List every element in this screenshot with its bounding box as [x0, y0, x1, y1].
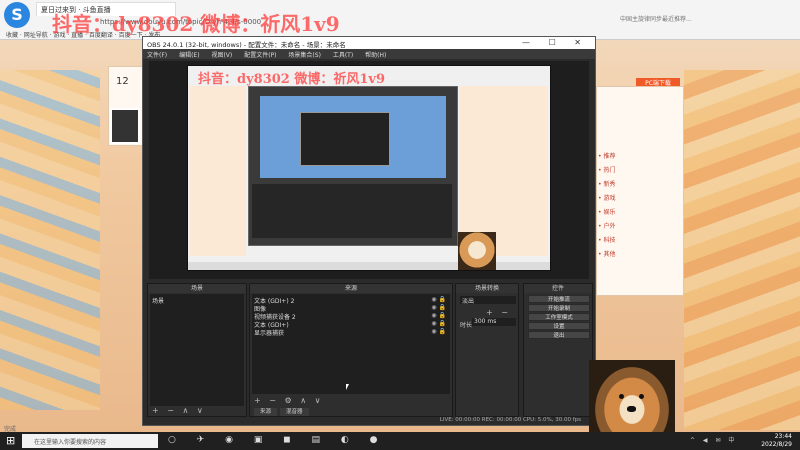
preview-taskbar	[188, 262, 550, 270]
right-sidebar-list: • 推荐 • 热门 • 新秀 • 游戏 • 娱乐 • 户外 • 科技 • 其他	[598, 150, 682, 262]
clock-time: 23:44	[774, 433, 792, 440]
system-clock[interactable]: 23:44 2022/8/29	[732, 433, 792, 449]
scenes-dock: 场景 场景 + − ∧ ∨	[147, 283, 247, 417]
tab-mixer[interactable]: 混音器	[280, 408, 309, 416]
list-item[interactable]: • 推荐	[598, 150, 682, 164]
list-item[interactable]: • 游戏	[598, 192, 682, 206]
background-decoration-left	[0, 70, 100, 410]
browser-search-box[interactable]: 中国主旋律同步最近推荐...	[620, 14, 770, 24]
list-item[interactable]: • 科技	[598, 234, 682, 248]
dog-eye-right	[639, 394, 644, 399]
watermark-text: 抖音：dy8302 微博：祈风1v9	[52, 12, 340, 36]
preview-canvas[interactable]: 抖音：dy8302 微博：祈风1v9	[187, 65, 551, 271]
system-tray[interactable]: ^ ◀ ✉ 中	[690, 435, 737, 444]
source-item[interactable]: 显示器捕获	[254, 328, 284, 337]
preview-nested-dark	[300, 112, 390, 166]
list-item[interactable]: • 户外	[598, 220, 682, 234]
menu-file[interactable]: 文件(F)	[147, 52, 167, 59]
window-controls[interactable]: — ☐ ✕	[522, 38, 589, 47]
preview-webcam-image	[458, 232, 496, 270]
preview-watermark-text: 抖音：dy8302 微博：祈风1v9	[198, 72, 385, 87]
controls-title: 控件	[524, 284, 592, 293]
transitions-title: 场景转换	[456, 284, 518, 293]
preview-nested-panels	[252, 184, 452, 238]
list-item[interactable]: • 热门	[598, 164, 682, 178]
settings-button[interactable]: 设置	[528, 322, 590, 330]
obs-window: OBS 24.0.1 (32-bit, windows) - 配置文件：未命名 …	[142, 36, 596, 426]
menu-scene-collection[interactable]: 场景集合(S)	[288, 52, 321, 59]
taskbar-app-icons[interactable]: ○ ✈ ◉ ▣ ◼ ▤ ◐ ●	[168, 435, 386, 445]
taskbar-search-input[interactable]: 在这里输入你要搜索的内容	[22, 434, 158, 448]
clock-date: 2022/8/29	[761, 441, 792, 448]
windows-taskbar: ⊞ 在这里输入你要搜索的内容 ○ ✈ ◉ ▣ ◼ ▤ ◐ ● ^ ◀ ✉ 中 2…	[0, 432, 800, 450]
obs-titlebar: OBS 24.0.1 (32-bit, windows) - 配置文件：未命名 …	[143, 37, 595, 49]
background-decoration-right	[684, 70, 800, 430]
obs-title-text: OBS 24.0.1 (32-bit, windows) - 配置文件：未命名 …	[147, 41, 346, 49]
obs-menubar: 文件(F) 编辑(E) 视图(V) 配置文件(P) 场景集合(S) 工具(T) …	[143, 49, 595, 59]
duration-field[interactable]: 300 ms	[472, 318, 516, 326]
dog-eye-left	[619, 394, 624, 399]
obs-statusbar: LIVE: 00:00:00 REC: 00:00:00 CPU: 5.0%, …	[143, 417, 595, 425]
scene-item[interactable]: 场景	[152, 296, 164, 305]
preview-area: 抖音：dy8302 微博：祈风1v9	[149, 61, 589, 279]
scenes-list: 场景	[150, 294, 244, 406]
visibility-lock-icons[interactable]: ◉ 🔒 ◉ 🔒 ◉ 🔒 ◉ 🔒 ◉ 🔒	[431, 296, 446, 336]
menu-help[interactable]: 帮助(H)	[365, 52, 386, 59]
start-menu-icon[interactable]: ⊞	[6, 435, 18, 447]
scenes-toolbar[interactable]: + − ∧ ∨	[152, 406, 206, 415]
browser-logo-icon[interactable]: S	[4, 2, 30, 28]
scenes-title: 场景	[148, 284, 246, 293]
list-item[interactable]: • 娱乐	[598, 206, 682, 220]
viewer-count: 12	[116, 76, 129, 87]
studio-mode-button[interactable]: 工作室模式	[528, 313, 590, 321]
dog-nose	[627, 406, 636, 412]
transition-select[interactable]: 淡出	[460, 296, 516, 305]
preview-right-column	[460, 86, 548, 256]
sources-list: 文本 (GDI+) 2 图像 视频捕获设备 2 文本 (GDI+) 显示器捕获 …	[252, 294, 450, 394]
preview-left-column	[190, 86, 246, 256]
menu-edit[interactable]: 编辑(E)	[179, 52, 199, 59]
menu-profile[interactable]: 配置文件(P)	[244, 52, 276, 59]
controls-dock: 控件 开始推流 开始录制 工作室模式 设置 退出	[523, 283, 593, 417]
menu-view[interactable]: 视图(V)	[211, 52, 232, 59]
menu-tools[interactable]: 工具(T)	[333, 52, 353, 59]
streamer-avatar[interactable]	[110, 108, 140, 144]
sources-title: 来源	[250, 284, 452, 293]
exit-button[interactable]: 退出	[528, 331, 590, 339]
duration-label: 时长	[460, 322, 473, 329]
start-streaming-button[interactable]: 开始推流	[528, 295, 590, 303]
transitions-dock: 场景转换 淡出 + − ⚙ 时长 300 ms	[455, 283, 519, 417]
list-item[interactable]: • 新秀	[598, 178, 682, 192]
sources-toolbar[interactable]: + − ⚙ ∧ ∨	[254, 396, 323, 405]
list-item[interactable]: • 其他	[598, 248, 682, 262]
start-recording-button[interactable]: 开始录制	[528, 304, 590, 312]
mouse-cursor-icon	[346, 384, 349, 390]
sources-dock: 来源 文本 (GDI+) 2 图像 视频捕获设备 2 文本 (GDI+) 显示器…	[249, 283, 453, 417]
tab-sources[interactable]: 来源	[254, 408, 278, 416]
